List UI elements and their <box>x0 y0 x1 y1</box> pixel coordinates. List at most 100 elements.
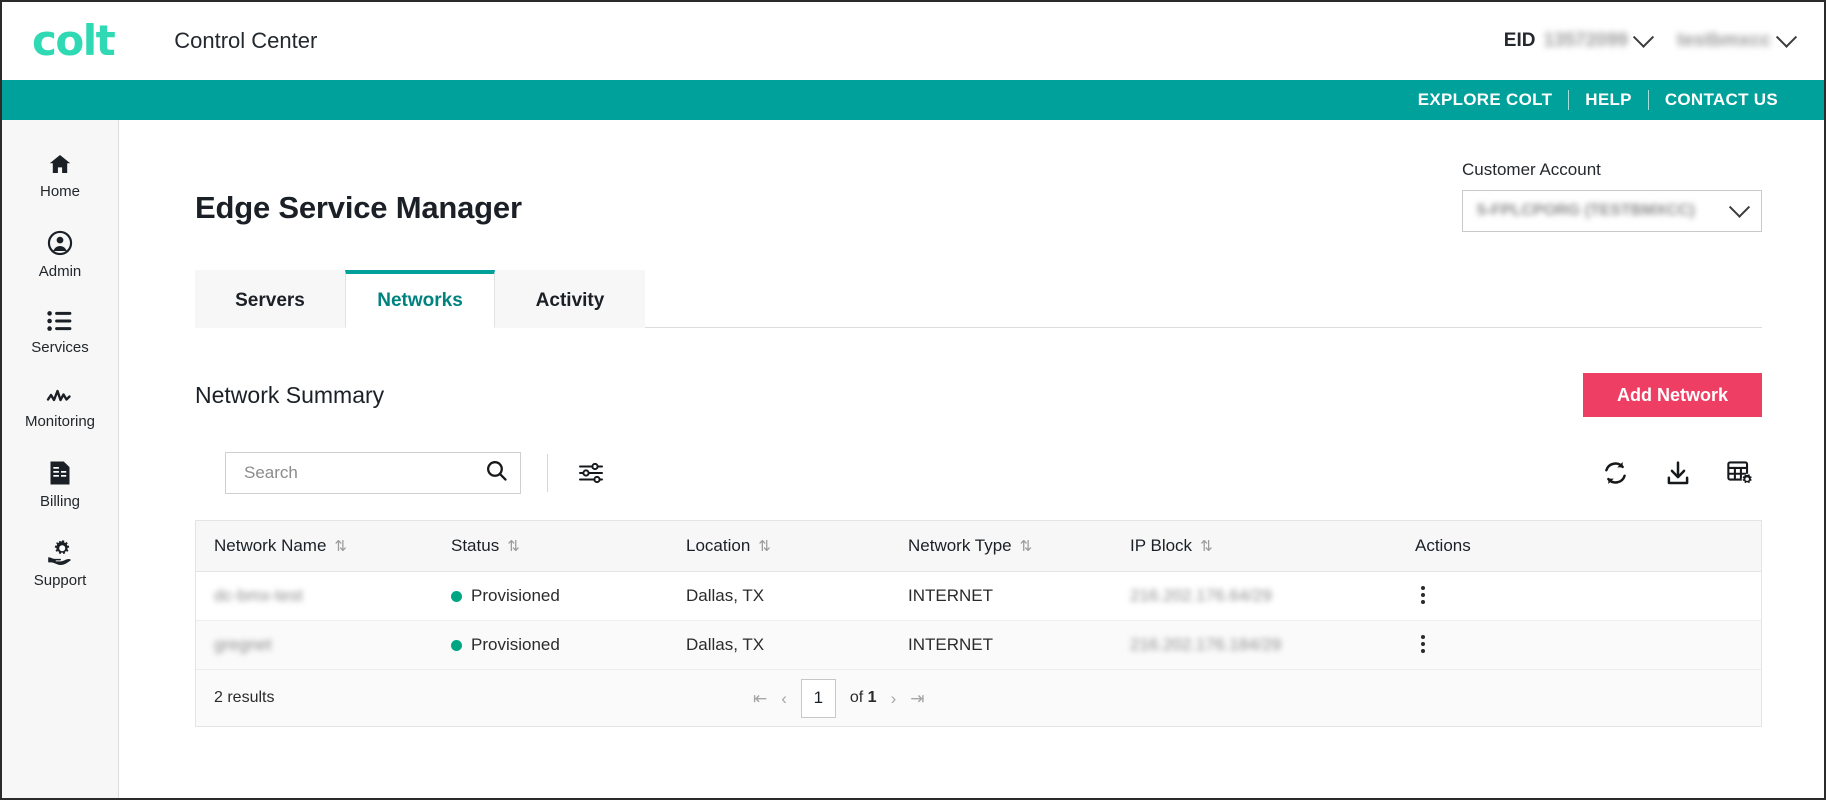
filter-sliders-icon[interactable] <box>574 457 608 489</box>
sidebar-item-label: Services <box>31 339 89 356</box>
cell-ip-block: 216.202.176.64/29 <box>1130 586 1272 605</box>
last-page-icon[interactable]: ⇥ <box>910 690 924 707</box>
first-page-icon[interactable]: ⇤ <box>753 690 767 707</box>
network-summary-header: Network Summary Add Network <box>195 373 1762 417</box>
support-gear-icon <box>47 540 74 565</box>
page-title: Edge Service Manager <box>195 190 522 225</box>
tab-bar: Servers Networks Activity <box>195 270 1762 328</box>
column-label: Status <box>451 536 500 555</box>
cell-location: Dallas, TX <box>686 635 765 654</box>
toolbar-divider <box>547 454 548 492</box>
column-header-ip-block[interactable]: IP Block ⇅ <box>1130 536 1415 556</box>
activity-icon <box>46 386 74 406</box>
sort-icon[interactable]: ⇅ <box>1020 538 1033 555</box>
next-page-icon[interactable]: › <box>891 690 897 707</box>
page-number-input[interactable]: 1 <box>800 678 836 718</box>
toolbar-actions <box>1598 456 1762 490</box>
customer-account-label: Customer Account <box>1462 160 1601 179</box>
table-header-row: Network Name ⇅ Status ⇅ Location ⇅ Network … <box>196 521 1761 572</box>
colt-logo[interactable]: colt <box>32 20 116 62</box>
add-network-button[interactable]: Add Network <box>1582 373 1762 417</box>
sidebar-item-admin[interactable]: Admin <box>2 216 118 296</box>
tab-activity[interactable]: Activity <box>495 270 645 328</box>
cell-actions <box>1415 581 1761 612</box>
status-text: Provisioned <box>471 586 560 605</box>
previous-page-icon[interactable]: ‹ <box>781 690 787 707</box>
refresh-icon[interactable] <box>1598 456 1633 490</box>
main-content: Edge Service Manager Customer Account 5-… <box>119 120 1824 798</box>
table-footer: 2 results ⇤ ‹ 1 of 1 › ⇥ <box>196 670 1761 726</box>
sort-icon[interactable]: ⇅ <box>1200 538 1213 555</box>
sort-icon[interactable]: ⇅ <box>334 538 347 555</box>
column-header-actions: Actions <box>1415 536 1761 556</box>
page-of-label: of 1 <box>850 689 877 707</box>
list-icon <box>47 310 73 332</box>
column-header-network-name[interactable]: Network Name ⇅ <box>196 536 451 556</box>
tab-label: Activity <box>535 290 605 311</box>
cell-network-name: dc-bmx-test <box>214 586 303 605</box>
tab-servers[interactable]: Servers <box>195 270 345 328</box>
table-settings-icon[interactable] <box>1723 456 1758 490</box>
cell-status: Provisioned <box>451 586 686 606</box>
column-header-location[interactable]: Location ⇅ <box>686 536 908 556</box>
results-count: 2 results <box>214 689 275 706</box>
table-row[interactable]: dc-bmx-test Provisioned Dallas, TX INTER… <box>196 572 1761 621</box>
sidebar-item-label: Billing <box>39 493 81 510</box>
tab-label: Networks <box>377 289 463 311</box>
header-right-group: EID 13572099 testbmxcc <box>1504 26 1798 52</box>
search-box[interactable] <box>225 452 521 494</box>
chevron-down-icon <box>1632 26 1655 48</box>
column-header-network-type[interactable]: Network Type ⇅ <box>908 536 1130 556</box>
home-icon <box>47 152 73 176</box>
column-label: Network Name <box>214 536 327 555</box>
sidebar-item-monitoring[interactable]: Monitoring <box>2 372 118 446</box>
table-row[interactable]: gregnet Provisioned Dallas, TX INTERNET … <box>196 621 1761 670</box>
sidebar-item-label: Home <box>39 183 80 200</box>
page-header: Edge Service Manager Customer Account 5-… <box>195 160 1762 232</box>
cell-status: Provisioned <box>451 635 686 655</box>
pagination: ⇤ ‹ 1 of 1 › ⇥ <box>753 678 925 718</box>
status-text: Provisioned <box>471 635 560 654</box>
sidebar-item-home[interactable]: Home <box>2 138 118 216</box>
sidebar-item-label: Support <box>33 572 87 589</box>
networks-table: Network Name ⇅ Status ⇅ Location ⇅ Network … <box>195 520 1762 727</box>
column-label: Actions <box>1415 536 1471 555</box>
nav-link-explore-colt[interactable]: EXPLORE COLT <box>1402 90 1569 110</box>
status-dot-icon <box>451 590 462 602</box>
sort-icon[interactable]: ⇅ <box>507 538 520 555</box>
user-name: testbmxcc <box>1677 30 1771 51</box>
top-header-bar: colt Control Center EID 13572099 testbmx… <box>2 2 1824 80</box>
status-dot-icon <box>451 639 462 651</box>
table-toolbar <box>195 452 1762 494</box>
download-icon[interactable] <box>1661 456 1695 490</box>
sort-icon[interactable]: ⇅ <box>758 538 771 555</box>
user-menu[interactable]: testbmxcc <box>1677 26 1798 52</box>
search-icon[interactable] <box>485 459 508 487</box>
invoice-icon <box>48 460 72 486</box>
sidebar-item-label: Admin <box>38 263 82 280</box>
chevron-down-icon <box>1728 196 1751 218</box>
row-actions-menu-icon[interactable] <box>1415 630 1431 658</box>
eid-value: 13572099 <box>1543 30 1628 51</box>
sidebar-item-billing[interactable]: Billing <box>2 446 118 526</box>
application-window: colt Control Center EID 13572099 testbmx… <box>0 0 1826 800</box>
customer-account-value: 5-FPLCPORG (TESTBMXCC) <box>1477 202 1695 219</box>
search-input[interactable] <box>242 462 485 484</box>
column-header-status[interactable]: Status ⇅ <box>451 536 686 556</box>
cell-actions <box>1415 630 1761 661</box>
nav-link-help[interactable]: HELP <box>1569 90 1648 110</box>
sidebar-item-services[interactable]: Services <box>2 296 118 372</box>
user-circle-icon <box>47 230 73 256</box>
sidebar-item-support[interactable]: Support <box>2 526 118 605</box>
row-actions-menu-icon[interactable] <box>1415 581 1431 609</box>
chevron-down-icon <box>1775 26 1798 48</box>
sidebar-item-label: Monitoring <box>24 413 96 430</box>
cell-network-name: gregnet <box>214 635 272 654</box>
tab-label: Servers <box>235 290 305 311</box>
customer-account-select[interactable]: 5-FPLCPORG (TESTBMXCC) <box>1462 190 1762 232</box>
network-summary-title: Network Summary <box>195 381 385 408</box>
app-title: Control Center <box>174 28 318 53</box>
tab-networks[interactable]: Networks <box>345 270 495 328</box>
eid-selector[interactable]: EID 13572099 <box>1504 26 1655 52</box>
nav-link-contact-us[interactable]: CONTACT US <box>1649 90 1794 110</box>
